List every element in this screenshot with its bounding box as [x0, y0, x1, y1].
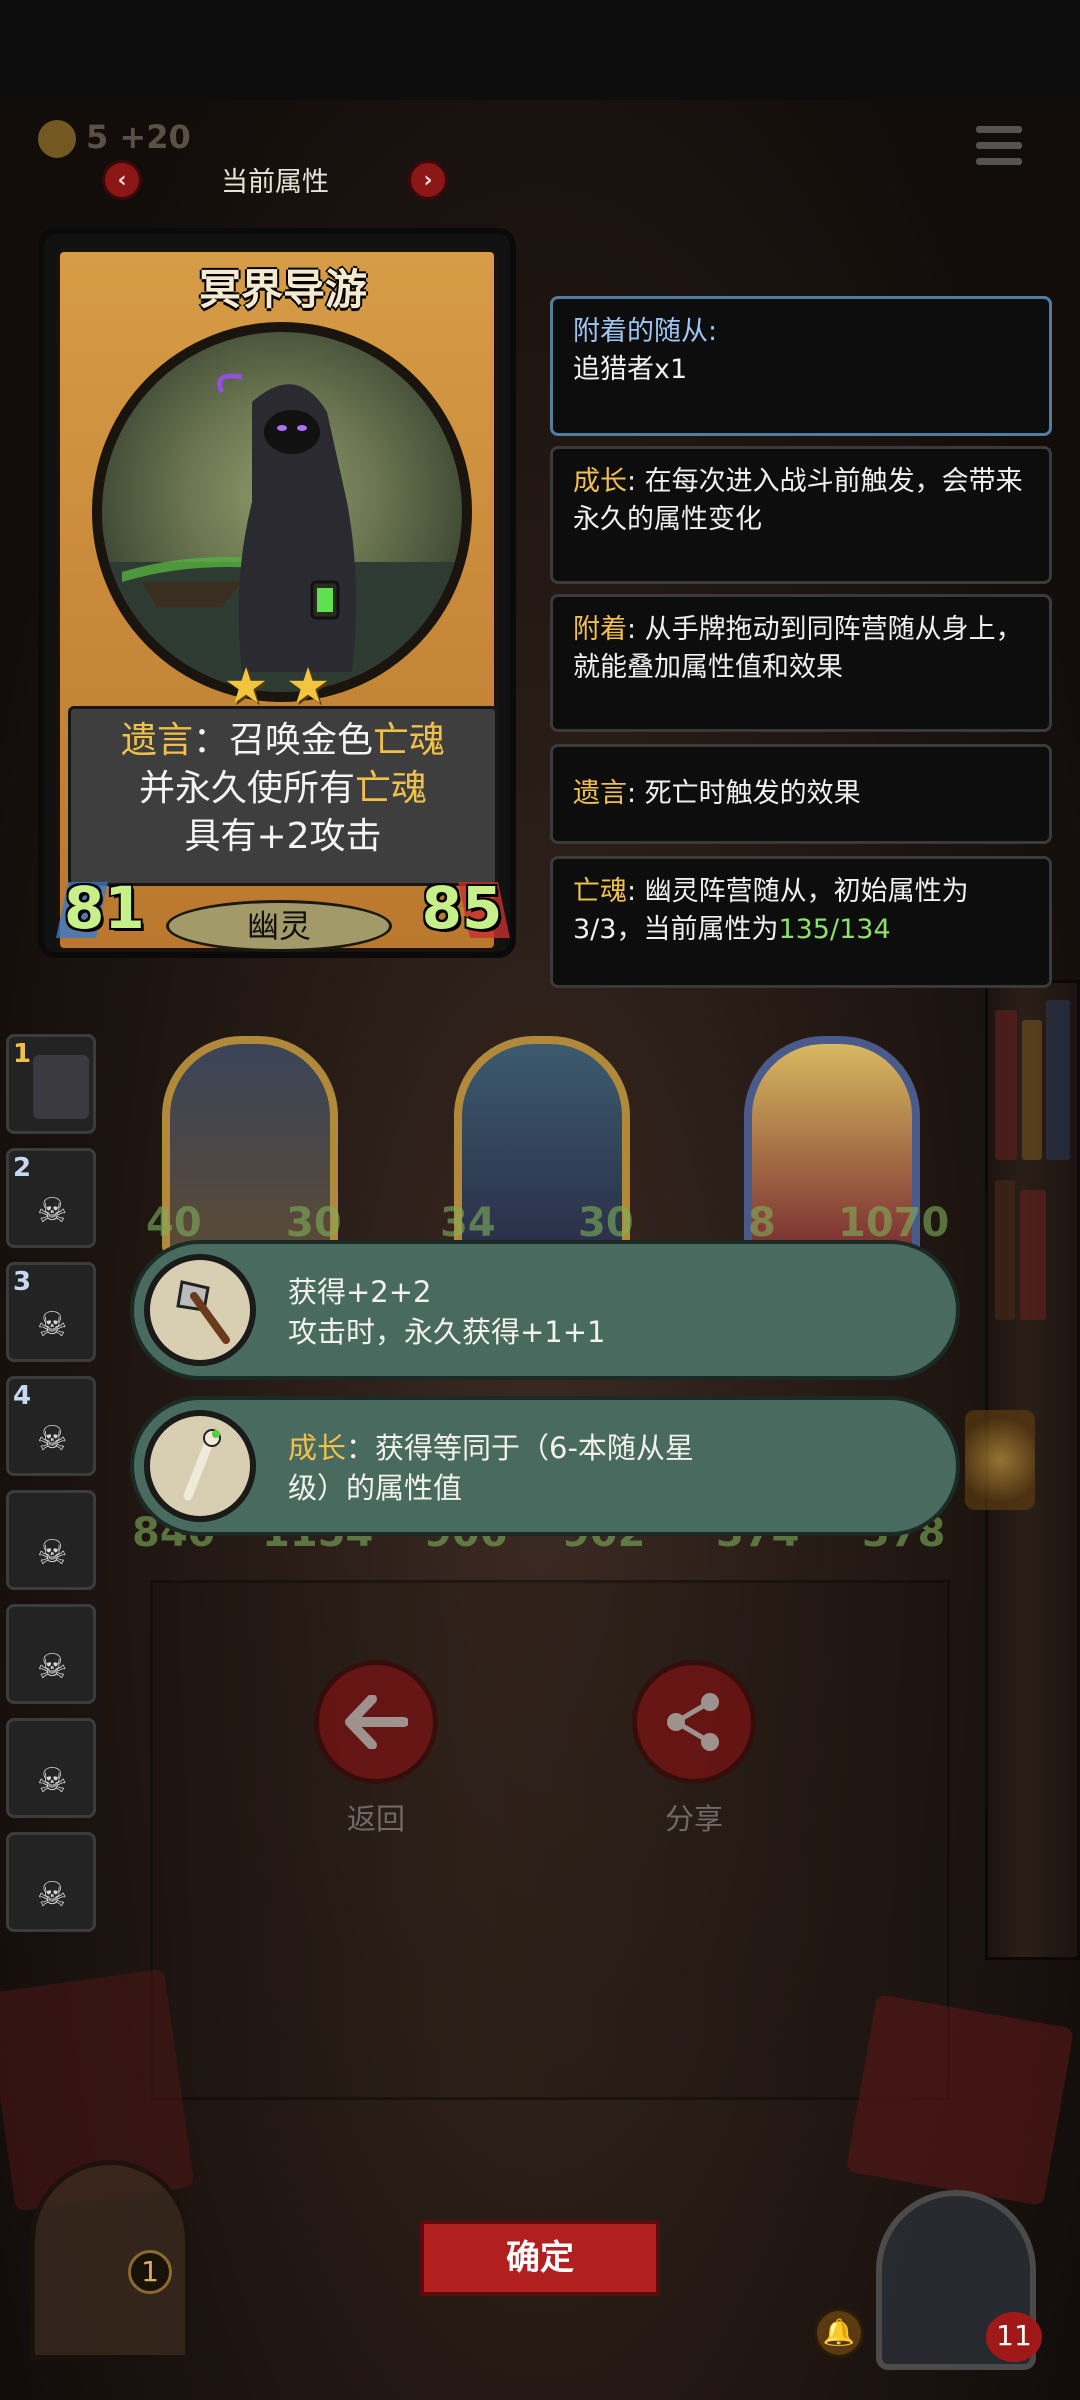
table-area [150, 1580, 950, 2100]
info-key: 亡魂 [573, 876, 627, 907]
status-bar [0, 0, 1080, 100]
warband-slot[interactable]: ☠ [6, 1832, 96, 1932]
slot-number: 2 [13, 1153, 32, 1183]
card-description: 遗言：召唤金色亡魂 并永久使所有亡魂 具有+2攻击 [68, 706, 498, 886]
chevron-right-icon: › [423, 167, 433, 193]
skull-icon: ☠ [37, 1305, 68, 1345]
bone-staff-icon [144, 1410, 256, 1522]
info-text: : 死亡时触发的效果 [627, 778, 861, 809]
tooltip-line: 获得+2+2 [288, 1275, 432, 1309]
tooltip-axe: 获得+2+2 攻击时，永久获得+1+1 [130, 1240, 960, 1380]
skull-icon: ☠ [37, 1647, 68, 1687]
info-attached: 附着的随从: 追猎者x1 [550, 296, 1052, 436]
warband-slot[interactable]: 4 ☠ [6, 1376, 96, 1476]
info-attach: 附着: 从手牌拖动到同阵营随从身上，就能叠加属性值和效果 [550, 594, 1052, 732]
bell-icon[interactable]: 🔔 [814, 2308, 864, 2358]
confirm-button[interactable]: 确定 [420, 2220, 660, 2296]
bone-staff-icon-svg [183, 1429, 221, 1501]
arrow-left-icon [345, 1695, 408, 1749]
tooltip-text: 获得+2+2 攻击时，永久获得+1+1 [288, 1272, 908, 1352]
door-counter: 1 [128, 2250, 172, 2294]
warband-slot[interactable]: 2 ☠ [6, 1148, 96, 1248]
desc-text: 具有+2攻击 [184, 816, 382, 857]
info-deathrattle: 遗言: 死亡时触发的效果 [550, 744, 1052, 844]
book-decoration [1046, 1000, 1070, 1160]
back-button[interactable] [314, 1660, 438, 1784]
info-key: 遗言 [573, 778, 627, 809]
star-icon: ★ [285, 657, 331, 715]
back-label: 返回 [346, 1802, 405, 1836]
minion-thumbnail [33, 1055, 89, 1119]
card-name: 冥界导游 [198, 265, 367, 314]
info-text: : 幽灵阵营随从，初始属性为3/3，当前属性为 [573, 876, 969, 945]
desc-text: ：召唤金色 [192, 720, 373, 761]
info-text: 追猎者x1 [573, 354, 688, 385]
page-title: 当前属性 [221, 167, 329, 198]
next-page-button[interactable]: › [408, 160, 448, 200]
warband-slot[interactable]: 1 [6, 1034, 96, 1134]
book-decoration [995, 1010, 1017, 1160]
skull-icon: ☠ [37, 1761, 68, 1801]
warband-slot[interactable]: ☠ [6, 1718, 96, 1818]
info-key: 附着的随从: [573, 316, 718, 347]
health-value: 85 [421, 874, 503, 942]
warband-slot[interactable]: ☠ [6, 1490, 96, 1590]
star-icon: ★ [223, 657, 269, 715]
slot-number: 4 [13, 1381, 32, 1411]
info-text: : 从手牌拖动到同阵营随从身上，就能叠加属性值和效果 [573, 614, 1023, 683]
hooded-ghost-illustration [102, 373, 462, 692]
warband-slot[interactable]: ☠ [6, 1604, 96, 1704]
share-icon [667, 1693, 719, 1751]
minion-card: 冥界导游 ★ ★ 遗言：召唤金色亡魂 并永久使所有亡魂 具有+2攻击 81 85… [38, 228, 516, 958]
prev-page-button[interactable]: ‹ [102, 160, 142, 200]
lamp [965, 1410, 1035, 1510]
keyword-spirit: 亡魂 [373, 720, 446, 761]
coin-counter: 5 +20 [86, 118, 191, 156]
skull-icon: ☠ [37, 1191, 68, 1231]
book-pile-right [845, 1994, 1075, 2206]
axe-icon-svg [176, 1280, 230, 1344]
skull-icon: ☠ [37, 1419, 68, 1459]
axe-icon [144, 1254, 256, 1366]
card-portrait [92, 322, 472, 702]
info-key: 附着 [573, 614, 627, 645]
spirit-current-stats: 135/134 [778, 914, 891, 945]
info-spirit: 亡魂: 幽灵阵营随从，初始属性为3/3，当前属性为135/134 [550, 856, 1052, 988]
book-decoration [1022, 1020, 1042, 1160]
info-key: 成长 [573, 466, 627, 497]
keyword-spirit: 亡魂 [355, 768, 428, 809]
tooltip-text: 成长：获得等同于（6-本随从星 级）的属性值 [288, 1428, 908, 1508]
tooltip-line: ：获得等同于（6-本随从星 [346, 1431, 694, 1465]
desc-text: 并永久使所有 [138, 768, 355, 809]
share-button[interactable] [632, 1660, 756, 1784]
minion-attack: 40 [146, 1200, 202, 1246]
skull-icon: ☠ [37, 1533, 68, 1573]
hamburger-menu-icon[interactable] [976, 126, 1022, 170]
slot-number: 3 [13, 1267, 32, 1297]
book-decoration [1020, 1190, 1046, 1320]
book-decoration [995, 1180, 1015, 1320]
attack-value: 81 [64, 874, 145, 942]
tooltip-line: 级）的属性值 [288, 1471, 463, 1505]
hero-health: 11 [986, 2312, 1042, 2362]
chevron-left-icon: ‹ [117, 167, 127, 193]
share-label: 分享 [664, 1802, 723, 1836]
tooltip-line: 攻击时，永久获得+1+1 [288, 1315, 606, 1349]
info-growth: 成长: 在每次进入战斗前触发，会带来永久的属性变化 [550, 446, 1052, 584]
tooltip-bone-staff: 成长：获得等同于（6-本随从星 级）的属性值 [130, 1396, 960, 1536]
keyword-growth: 成长 [288, 1431, 347, 1465]
keyword-deathrattle: 遗言 [120, 720, 193, 761]
skull-icon: ☠ [37, 1875, 68, 1915]
slot-number: 1 [13, 1039, 32, 1069]
tribe-badge: 幽灵 [166, 900, 392, 952]
coin-icon [38, 120, 76, 158]
info-text: : 在每次进入战斗前触发，会带来永久的属性变化 [573, 466, 1023, 535]
warband-slot[interactable]: 3 ☠ [6, 1262, 96, 1362]
